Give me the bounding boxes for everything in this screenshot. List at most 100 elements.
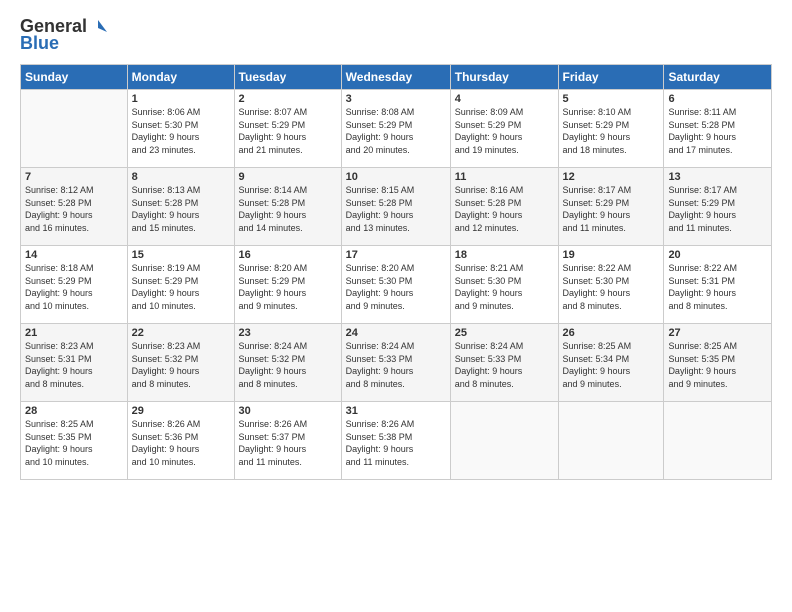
calendar-cell: 29Sunrise: 8:26 AMSunset: 5:36 PMDayligh… [127, 402, 234, 480]
day-info: Sunrise: 8:24 AMSunset: 5:33 PMDaylight:… [455, 340, 554, 390]
day-number: 17 [346, 249, 446, 261]
day-info: Sunrise: 8:26 AMSunset: 5:36 PMDaylight:… [132, 418, 230, 468]
calendar-cell: 30Sunrise: 8:26 AMSunset: 5:37 PMDayligh… [234, 402, 341, 480]
day-number: 28 [25, 405, 123, 417]
day-number: 5 [563, 93, 660, 105]
day-info: Sunrise: 8:16 AMSunset: 5:28 PMDaylight:… [455, 184, 554, 234]
logo-blue: Blue [20, 33, 59, 54]
calendar-cell: 24Sunrise: 8:24 AMSunset: 5:33 PMDayligh… [341, 324, 450, 402]
day-number: 19 [563, 249, 660, 261]
day-number: 22 [132, 327, 230, 339]
day-number: 20 [668, 249, 767, 261]
calendar-cell: 16Sunrise: 8:20 AMSunset: 5:29 PMDayligh… [234, 246, 341, 324]
calendar-week-row: 7Sunrise: 8:12 AMSunset: 5:28 PMDaylight… [21, 168, 772, 246]
calendar-cell: 17Sunrise: 8:20 AMSunset: 5:30 PMDayligh… [341, 246, 450, 324]
day-info: Sunrise: 8:08 AMSunset: 5:29 PMDaylight:… [346, 106, 446, 156]
day-number: 27 [668, 327, 767, 339]
day-info: Sunrise: 8:26 AMSunset: 5:38 PMDaylight:… [346, 418, 446, 468]
day-info: Sunrise: 8:18 AMSunset: 5:29 PMDaylight:… [25, 262, 123, 312]
calendar-cell: 25Sunrise: 8:24 AMSunset: 5:33 PMDayligh… [450, 324, 558, 402]
day-info: Sunrise: 8:15 AMSunset: 5:28 PMDaylight:… [346, 184, 446, 234]
calendar-header-wednesday: Wednesday [341, 65, 450, 90]
calendar-cell [450, 402, 558, 480]
calendar-cell: 10Sunrise: 8:15 AMSunset: 5:28 PMDayligh… [341, 168, 450, 246]
day-number: 24 [346, 327, 446, 339]
calendar-week-row: 1Sunrise: 8:06 AMSunset: 5:30 PMDaylight… [21, 90, 772, 168]
day-info: Sunrise: 8:14 AMSunset: 5:28 PMDaylight:… [239, 184, 337, 234]
calendar-week-row: 14Sunrise: 8:18 AMSunset: 5:29 PMDayligh… [21, 246, 772, 324]
day-info: Sunrise: 8:17 AMSunset: 5:29 PMDaylight:… [563, 184, 660, 234]
calendar-cell: 3Sunrise: 8:08 AMSunset: 5:29 PMDaylight… [341, 90, 450, 168]
day-number: 23 [239, 327, 337, 339]
calendar-cell: 1Sunrise: 8:06 AMSunset: 5:30 PMDaylight… [127, 90, 234, 168]
day-number: 26 [563, 327, 660, 339]
calendar-week-row: 28Sunrise: 8:25 AMSunset: 5:35 PMDayligh… [21, 402, 772, 480]
day-info: Sunrise: 8:25 AMSunset: 5:34 PMDaylight:… [563, 340, 660, 390]
day-info: Sunrise: 8:25 AMSunset: 5:35 PMDaylight:… [25, 418, 123, 468]
calendar-cell: 27Sunrise: 8:25 AMSunset: 5:35 PMDayligh… [664, 324, 772, 402]
calendar-header-row: SundayMondayTuesdayWednesdayThursdayFrid… [21, 65, 772, 90]
calendar-cell: 7Sunrise: 8:12 AMSunset: 5:28 PMDaylight… [21, 168, 128, 246]
calendar-header-friday: Friday [558, 65, 664, 90]
day-info: Sunrise: 8:07 AMSunset: 5:29 PMDaylight:… [239, 106, 337, 156]
day-info: Sunrise: 8:20 AMSunset: 5:30 PMDaylight:… [346, 262, 446, 312]
calendar-cell: 12Sunrise: 8:17 AMSunset: 5:29 PMDayligh… [558, 168, 664, 246]
header: General Blue [20, 16, 772, 54]
day-info: Sunrise: 8:22 AMSunset: 5:30 PMDaylight:… [563, 262, 660, 312]
day-info: Sunrise: 8:24 AMSunset: 5:32 PMDaylight:… [239, 340, 337, 390]
calendar-header-monday: Monday [127, 65, 234, 90]
day-number: 1 [132, 93, 230, 105]
day-info: Sunrise: 8:23 AMSunset: 5:32 PMDaylight:… [132, 340, 230, 390]
calendar-header-thursday: Thursday [450, 65, 558, 90]
day-info: Sunrise: 8:09 AMSunset: 5:29 PMDaylight:… [455, 106, 554, 156]
day-info: Sunrise: 8:13 AMSunset: 5:28 PMDaylight:… [132, 184, 230, 234]
calendar-cell: 8Sunrise: 8:13 AMSunset: 5:28 PMDaylight… [127, 168, 234, 246]
calendar-table: SundayMondayTuesdayWednesdayThursdayFrid… [20, 64, 772, 480]
day-info: Sunrise: 8:25 AMSunset: 5:35 PMDaylight:… [668, 340, 767, 390]
logo: General Blue [20, 16, 107, 54]
calendar-cell: 21Sunrise: 8:23 AMSunset: 5:31 PMDayligh… [21, 324, 128, 402]
day-number: 6 [668, 93, 767, 105]
calendar-header-tuesday: Tuesday [234, 65, 341, 90]
day-number: 18 [455, 249, 554, 261]
day-number: 13 [668, 171, 767, 183]
calendar-cell: 5Sunrise: 8:10 AMSunset: 5:29 PMDaylight… [558, 90, 664, 168]
calendar-cell: 11Sunrise: 8:16 AMSunset: 5:28 PMDayligh… [450, 168, 558, 246]
calendar-cell: 20Sunrise: 8:22 AMSunset: 5:31 PMDayligh… [664, 246, 772, 324]
day-number: 31 [346, 405, 446, 417]
day-info: Sunrise: 8:17 AMSunset: 5:29 PMDaylight:… [668, 184, 767, 234]
calendar-cell: 18Sunrise: 8:21 AMSunset: 5:30 PMDayligh… [450, 246, 558, 324]
day-info: Sunrise: 8:24 AMSunset: 5:33 PMDaylight:… [346, 340, 446, 390]
day-number: 29 [132, 405, 230, 417]
calendar-cell: 9Sunrise: 8:14 AMSunset: 5:28 PMDaylight… [234, 168, 341, 246]
day-number: 9 [239, 171, 337, 183]
day-number: 7 [25, 171, 123, 183]
calendar-cell: 23Sunrise: 8:24 AMSunset: 5:32 PMDayligh… [234, 324, 341, 402]
day-number: 14 [25, 249, 123, 261]
calendar-cell: 6Sunrise: 8:11 AMSunset: 5:28 PMDaylight… [664, 90, 772, 168]
calendar-cell: 2Sunrise: 8:07 AMSunset: 5:29 PMDaylight… [234, 90, 341, 168]
day-number: 16 [239, 249, 337, 261]
logo-bird-icon [89, 18, 107, 36]
day-info: Sunrise: 8:20 AMSunset: 5:29 PMDaylight:… [239, 262, 337, 312]
day-info: Sunrise: 8:11 AMSunset: 5:28 PMDaylight:… [668, 106, 767, 156]
calendar-cell: 22Sunrise: 8:23 AMSunset: 5:32 PMDayligh… [127, 324, 234, 402]
calendar-cell: 31Sunrise: 8:26 AMSunset: 5:38 PMDayligh… [341, 402, 450, 480]
day-number: 2 [239, 93, 337, 105]
day-info: Sunrise: 8:19 AMSunset: 5:29 PMDaylight:… [132, 262, 230, 312]
calendar-cell: 19Sunrise: 8:22 AMSunset: 5:30 PMDayligh… [558, 246, 664, 324]
day-number: 4 [455, 93, 554, 105]
calendar-cell: 13Sunrise: 8:17 AMSunset: 5:29 PMDayligh… [664, 168, 772, 246]
day-number: 11 [455, 171, 554, 183]
day-info: Sunrise: 8:21 AMSunset: 5:30 PMDaylight:… [455, 262, 554, 312]
calendar-cell: 26Sunrise: 8:25 AMSunset: 5:34 PMDayligh… [558, 324, 664, 402]
day-number: 30 [239, 405, 337, 417]
day-info: Sunrise: 8:22 AMSunset: 5:31 PMDaylight:… [668, 262, 767, 312]
day-number: 12 [563, 171, 660, 183]
calendar-cell: 14Sunrise: 8:18 AMSunset: 5:29 PMDayligh… [21, 246, 128, 324]
calendar-cell: 28Sunrise: 8:25 AMSunset: 5:35 PMDayligh… [21, 402, 128, 480]
page: General Blue SundayMondayTuesdayWednesda… [0, 0, 792, 612]
day-number: 8 [132, 171, 230, 183]
calendar-week-row: 21Sunrise: 8:23 AMSunset: 5:31 PMDayligh… [21, 324, 772, 402]
day-number: 15 [132, 249, 230, 261]
